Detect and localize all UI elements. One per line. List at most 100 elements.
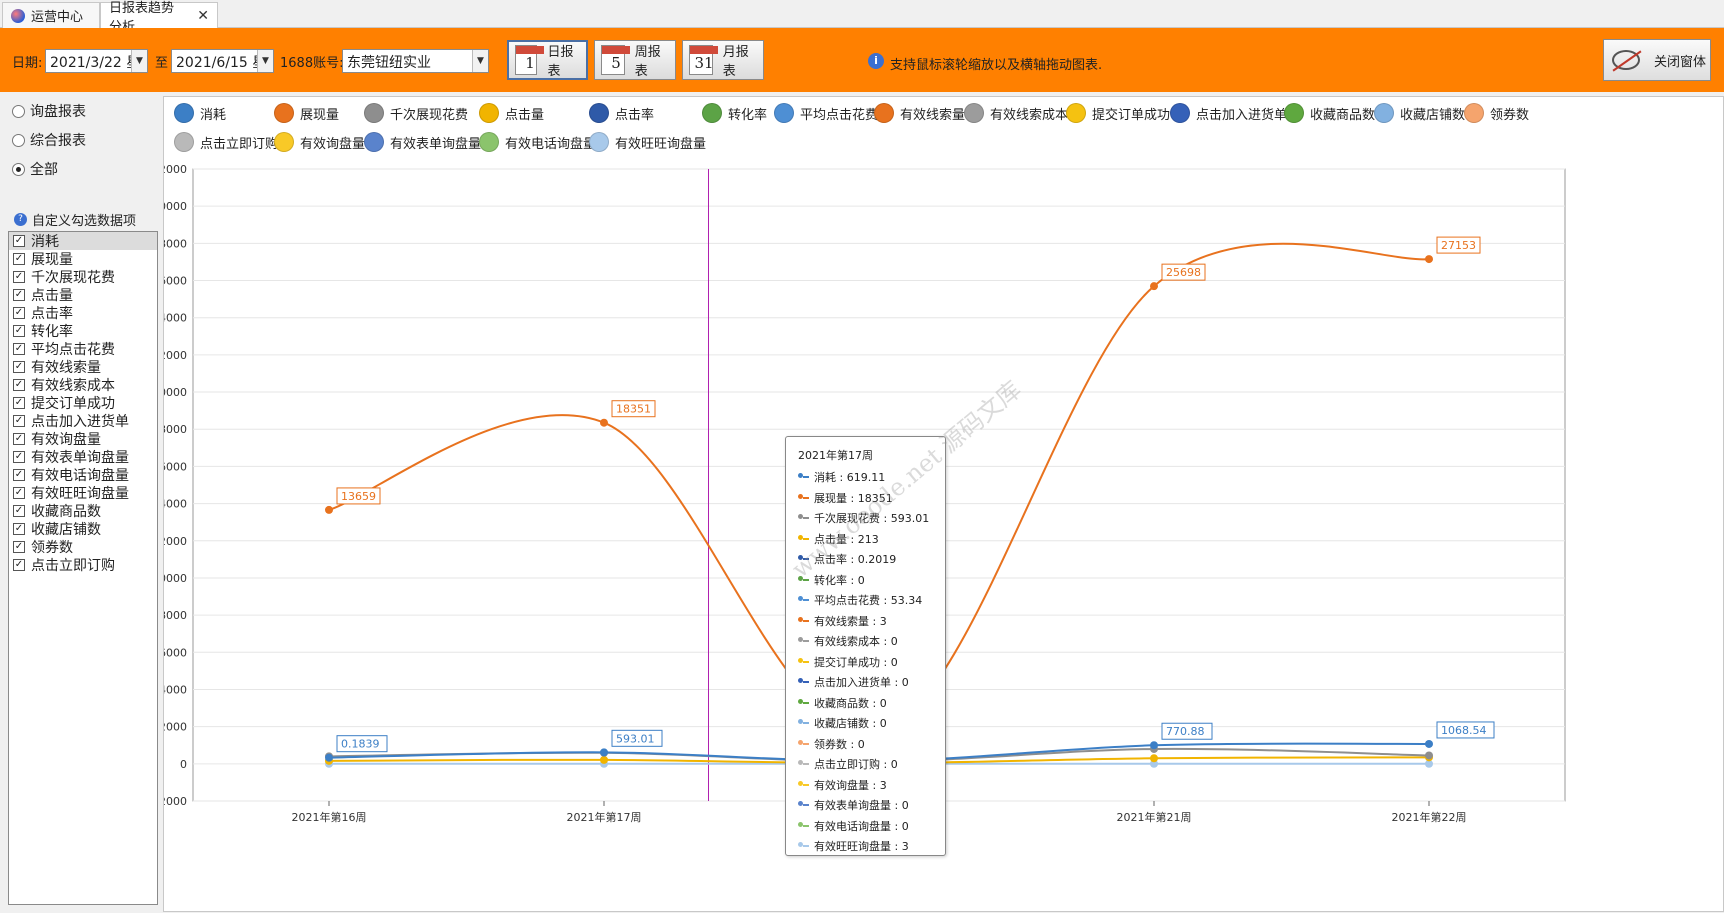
daily-report-button[interactable]: 1 日报表 [507,40,588,80]
hide-eye-icon [1612,50,1640,70]
metric-checkbox-row[interactable]: ✓ 平均点击花费 [9,340,157,358]
tab-close-icon[interactable]: ✕ [197,8,209,24]
radio-all[interactable]: 全部 [12,159,58,179]
checkbox-checked-icon[interactable]: ✓ [13,451,25,463]
series-line-icon [798,842,810,850]
checkbox-checked-icon[interactable]: ✓ [13,379,25,391]
metric-checkbox-label: 平均点击花费 [31,339,115,359]
checkbox-checked-icon[interactable]: ✓ [13,343,25,355]
tooltip-row: 点击立即订购 : 0 [798,754,945,775]
data-point [1150,282,1158,290]
tooltip-row: 点击加入进货单 : 0 [798,672,945,693]
checkbox-checked-icon[interactable]: ✓ [13,271,25,283]
checkbox-checked-icon[interactable]: ✓ [13,415,25,427]
series-line-icon [798,637,810,645]
metric-checkbox-row[interactable]: ✓有效线索量 [9,358,157,376]
tooltip-row-label: 转化率 : 0 [814,572,865,588]
checkbox-checked-icon[interactable]: ✓ [13,505,25,517]
metric-checkbox-row[interactable]: ✓有效旺旺询盘量 [9,484,157,502]
x-tick-label: 2021年第17周 [567,810,642,824]
metric-checkbox-row[interactable]: ✓有效询盘量 [9,430,157,448]
weekly-report-button[interactable]: 5 周报表 [594,40,676,80]
radio-label: 全部 [30,159,58,179]
radio-icon[interactable] [12,105,25,118]
calendar-icon: 31 [689,45,713,75]
tooltip-row-label: 点击加入进货单 : 0 [814,674,909,690]
checkbox-checked-icon[interactable]: ✓ [13,523,25,535]
metric-checkbox-row[interactable]: ✓提交订单成功 [9,394,157,412]
close-window-button[interactable]: 关闭窗体 [1603,39,1711,81]
checkbox-checked-icon[interactable]: ✓ [13,325,25,337]
tooltip-row-label: 有效询盘量 : 3 [814,777,887,793]
account-select[interactable]: 东莞钮纽实业 ▼ [342,49,489,73]
data-label: 770.88 [1166,725,1205,738]
series-line-icon [798,658,810,666]
metric-checkbox-row[interactable]: ✓点击立即订购 [9,556,157,574]
y-tick-label: 24000 [164,312,187,325]
metric-checkbox-row[interactable]: ✓有效表单询盘量 [9,448,157,466]
checkbox-checked-icon[interactable]: ✓ [13,361,25,373]
metric-checkbox-row[interactable]: ✓收藏商品数 [9,502,157,520]
tooltip-row-label: 有效线索成本 : 0 [814,633,898,649]
y-tick-label: 6000 [164,646,187,659]
info-icon: i [868,53,884,69]
checkbox-checked-icon[interactable]: ✓ [13,307,25,319]
checkbox-checked-icon[interactable]: ✓ [13,397,25,409]
chevron-down-icon[interactable]: ▼ [472,50,488,72]
metric-checkbox-row[interactable]: ✓点击率 [9,304,157,322]
radio-inquiry-report[interactable]: 询盘报表 [12,101,86,121]
radio-icon[interactable] [12,134,25,147]
data-label: 18351 [616,403,651,416]
metric-checkbox-label: 转化率 [31,321,73,341]
metric-checkbox-row[interactable]: ✓点击加入进货单 [9,412,157,430]
metric-checkbox-row[interactable]: ✓ 转化率 [9,322,157,340]
checkbox-checked-icon[interactable]: ✓ [13,235,25,247]
checkbox-checked-icon[interactable]: ✓ [13,559,25,571]
x-tick-label: 2021年第21周 [1117,810,1192,824]
checkbox-checked-icon[interactable]: ✓ [13,541,25,553]
radio-icon[interactable] [12,163,25,176]
y-tick-label: -2000 [164,795,187,808]
checkbox-checked-icon[interactable]: ✓ [13,253,25,265]
data-label: 13659 [341,490,376,503]
y-tick-label: 8000 [164,609,187,622]
data-point [1150,754,1158,762]
data-point [600,748,608,756]
tab-daily-trend[interactable]: 日报表趋势分析 ✕ [100,2,218,29]
chevron-down-icon[interactable]: ▼ [131,50,147,72]
hint-text: 支持鼠标滚轮缩放以及横轴拖动图表. [890,54,1102,73]
checkbox-checked-icon[interactable]: ✓ [13,487,25,499]
metric-checklist: ✓消耗✓展现量✓千次展现花费✓点击量✓点击率✓转化率✓平均点击花费✓有效线索量✓… [8,231,158,905]
checkbox-checked-icon[interactable]: ✓ [13,289,25,301]
metric-checkbox-row[interactable]: ✓有效电话询盘量 [9,466,157,484]
date-to-picker[interactable]: 2021/6/15 星 ▼ [171,49,274,73]
y-tick-label: 16000 [164,460,187,473]
radio-composite-report[interactable]: 综合报表 [12,130,86,150]
tab-operations-center[interactable]: 运营中心 [2,2,100,28]
tooltip-row-label: 点击量 : 213 [814,531,879,547]
tooltip-row-label: 提交订单成功 : 0 [814,654,898,670]
metric-checkbox-row[interactable]: ✓收藏店铺数 [9,520,157,538]
tooltip-row: 提交订单成功 : 0 [798,652,945,673]
chevron-down-icon[interactable]: ▼ [257,50,273,72]
checkbox-checked-icon[interactable]: ✓ [13,433,25,445]
metric-checkbox-row[interactable]: ✓消耗 [9,232,157,250]
calendar-icon: 5 [601,45,625,75]
metric-checkbox-label: 领券数 [31,537,73,557]
monthly-report-button[interactable]: 31 月报表 [682,40,764,80]
radio-label: 综合报表 [30,130,86,150]
y-tick-label: 4000 [164,683,187,696]
tooltip-row: 平均点击花费 : 53.34 [798,590,945,611]
series-line-icon [798,699,810,707]
checkbox-checked-icon[interactable]: ✓ [13,469,25,481]
metric-checkbox-row[interactable]: ✓ 点击量 [9,286,157,304]
metric-checkbox-row[interactable]: ✓ 领券数 [9,538,157,556]
custom-items-option[interactable]: ? 自定义勾选数据项 [14,210,136,229]
metric-checkbox-row[interactable]: ✓展现量 [9,250,157,268]
data-label: 25698 [1166,266,1201,279]
data-point [1150,741,1158,749]
metric-checkbox-row[interactable]: ✓有效线索成本 [9,376,157,394]
date-from-picker[interactable]: 2021/3/22 星 ▼ [45,49,148,73]
metric-checkbox-row[interactable]: ✓千次展现花费 [9,268,157,286]
metric-checkbox-label: 点击量 [31,285,73,305]
